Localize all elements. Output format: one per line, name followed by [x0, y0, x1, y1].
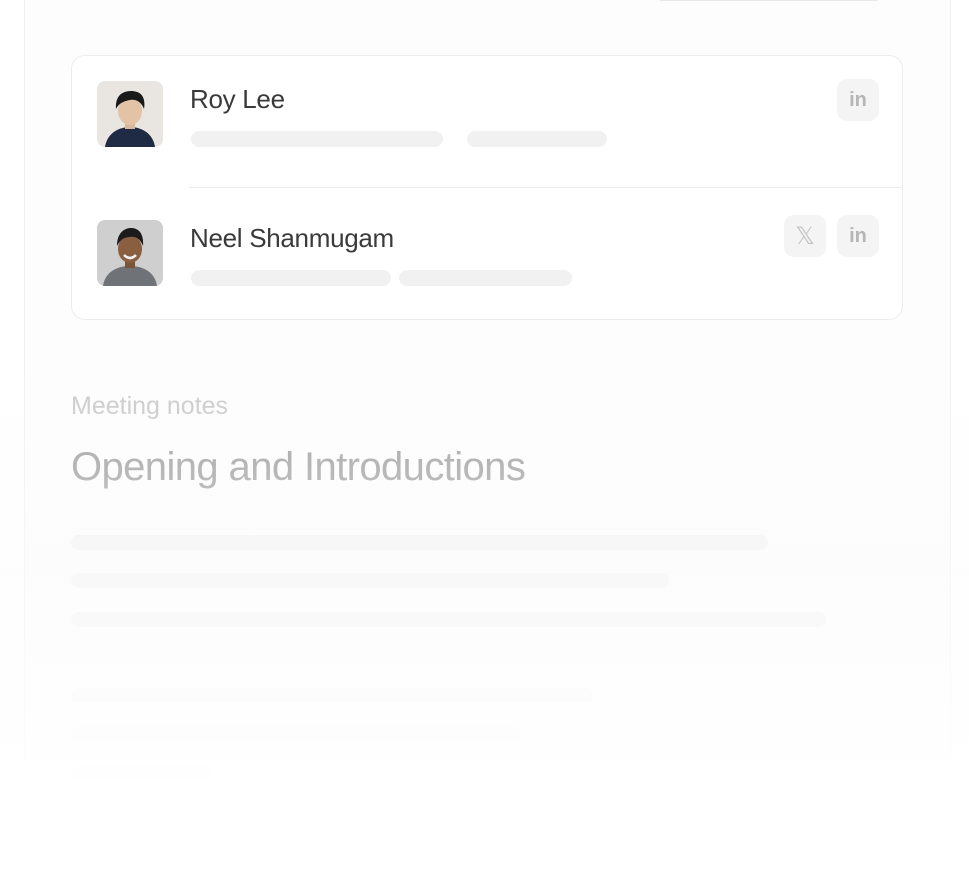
skeleton-line	[467, 131, 607, 147]
skeleton-line	[399, 270, 572, 286]
participants-card: Roy Lee in Neel Shanmugam 𝕏 in	[71, 55, 903, 320]
x-icon-glyph: 𝕏	[795, 222, 815, 250]
meeting-notes-label: Meeting notes	[71, 392, 229, 420]
skeleton-line	[71, 612, 826, 627]
participant-name: Neel Shanmugam	[190, 223, 394, 253]
skeleton-line	[191, 131, 443, 147]
skeleton-line	[191, 270, 391, 286]
participant-row: Neel Shanmugam 𝕏 in	[72, 188, 902, 320]
linkedin-icon[interactable]: in	[837, 215, 879, 257]
top-divider	[660, 0, 878, 1]
skeleton-line	[71, 726, 521, 741]
avatar	[97, 81, 163, 147]
skeleton-line	[71, 688, 593, 703]
linkedin-icon-glyph: in	[849, 224, 867, 247]
participant-name: Roy Lee	[190, 84, 285, 114]
linkedin-icon-glyph: in	[849, 88, 867, 111]
avatar	[97, 220, 163, 286]
skeleton-line	[71, 573, 669, 588]
avatar-photo	[97, 220, 163, 286]
linkedin-icon[interactable]: in	[837, 79, 879, 121]
skeleton-line	[71, 535, 768, 550]
x-icon[interactable]: 𝕏	[784, 215, 826, 257]
participant-row: Roy Lee in	[72, 56, 902, 188]
skeleton-line	[71, 765, 211, 780]
avatar-photo	[97, 81, 163, 147]
notes-section-title: Opening and Introductions	[71, 445, 526, 489]
